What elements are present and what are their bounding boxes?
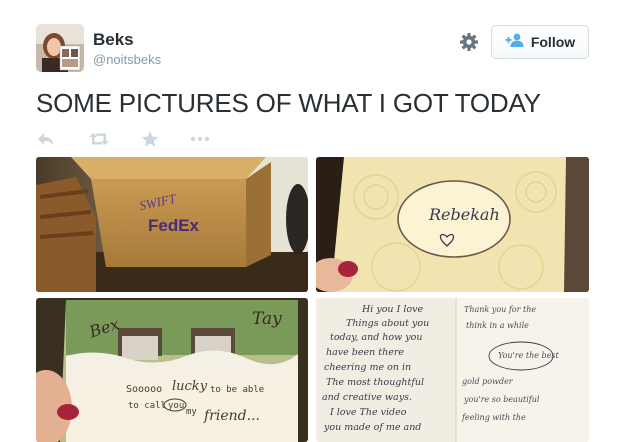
card-line3: friend... [203,408,260,424]
letter-right-3: You're the best [498,351,559,360]
letter-line-7: and creative ways. [322,392,412,403]
add-user-icon [505,33,525,52]
right-name: Tay [252,309,282,329]
fedex-logo: FedEx [148,216,200,235]
photo-name-card[interactable]: Rebekah [316,157,589,292]
photo-friend-card[interactable]: Bex Tay Sooooo lucky to be able to call … [36,298,308,442]
letter-line-4: have been there [326,347,404,358]
card-name: Rebekah [428,205,500,224]
tweet-actions [36,128,236,150]
gear-icon[interactable] [457,30,481,54]
display-name[interactable]: Beks [93,30,134,50]
letter-line-2: Things about you [346,318,429,329]
retweet-icon[interactable] [87,128,111,150]
letter-right-4: gold powder [462,377,514,386]
card-line2-a: to call [128,401,166,411]
card-line1-a: Sooooo [126,384,162,395]
more-icon[interactable] [189,128,211,150]
star-icon[interactable] [140,128,160,150]
letter-right-2: think in a while [466,321,529,330]
photo-fedex-box[interactable]: SWIFT FedEx [36,157,308,292]
letter-line-5: cheering me on in [324,362,411,373]
tweet-header: Beks @noitsbeks Follow [36,24,591,74]
card-line1-c: to be able [210,385,264,395]
letter-line-9: you made of me and [323,422,421,433]
card-line1-b: lucky [172,379,208,394]
photo-letter[interactable]: Hi you I love Things about you today, an… [316,298,589,442]
user-handle[interactable]: @noitsbeks [93,52,161,67]
letter-right-6: feeling with the [461,413,526,422]
reply-icon[interactable] [36,128,56,150]
letter-line-6: The most thoughtful [326,377,424,388]
letter-line-8: I love The video [329,407,407,418]
card-line2-c: my [186,407,197,417]
tweet-text: SOME PICTURES OF WHAT I GOT TODAY [36,88,541,118]
letter-right-5: you're so beautiful [463,395,540,404]
letter-line-1: Hi you I love [361,304,423,315]
letter-line-3: today, and how you [330,332,423,343]
letter-right-1: Thank you for the [464,305,536,314]
follow-button[interactable]: Follow [491,25,589,59]
follow-label: Follow [530,34,576,50]
avatar[interactable] [36,24,84,72]
